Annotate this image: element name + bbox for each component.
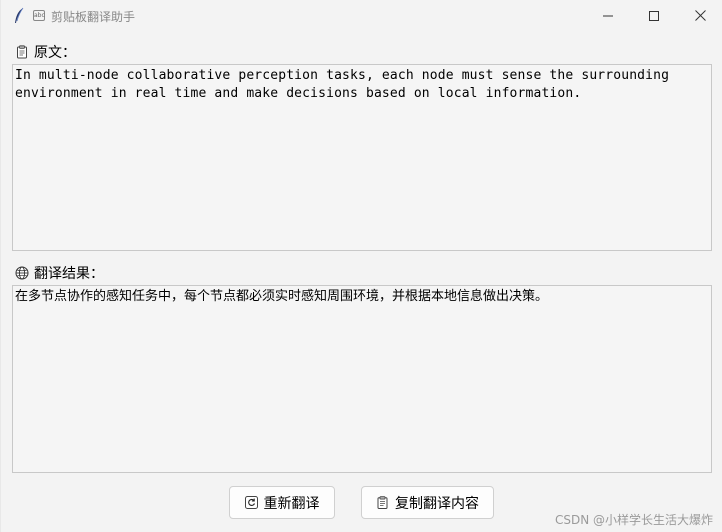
result-label-text: 翻译结果：	[34, 266, 104, 282]
close-button[interactable]	[677, 0, 722, 31]
feather-icon	[15, 7, 24, 23]
original-label-text: 原文：	[34, 45, 76, 61]
original-text-area[interactable]: In multi-node collaborative perception t…	[12, 64, 712, 251]
app-window: abc 剪贴板翻译助手 原文： In multi-node collaborat…	[0, 0, 722, 532]
maximize-button[interactable]	[631, 0, 677, 31]
title-bar[interactable]: abc 剪贴板翻译助手	[1, 0, 722, 32]
minimize-icon	[603, 15, 613, 16]
retranslate-button-label: 重新翻译	[263, 495, 320, 512]
globe-icon	[15, 266, 29, 280]
close-icon	[694, 10, 706, 21]
app-icon: abc	[33, 10, 45, 21]
window-title: 剪贴板翻译助手	[51, 10, 136, 24]
retranslate-button[interactable]: 重新翻译	[229, 486, 335, 519]
clipboard-icon	[377, 496, 388, 509]
watermark: CSDN @小样学长生活大爆炸	[554, 513, 713, 527]
clipboard-icon	[17, 45, 27, 59]
copy-button-label: 复制翻译内容	[395, 495, 479, 512]
maximize-icon	[649, 10, 659, 21]
copy-translation-button[interactable]: 复制翻译内容	[361, 486, 494, 519]
refresh-icon	[244, 496, 258, 509]
original-label: 原文：	[15, 42, 76, 62]
result-label: 翻译结果：	[15, 263, 104, 283]
result-text-area[interactable]: 在多节点协作的感知任务中，每个节点都必须实时感知周围环境，并根据本地信息做出决策…	[12, 285, 712, 473]
minimize-button[interactable]	[585, 0, 631, 31]
